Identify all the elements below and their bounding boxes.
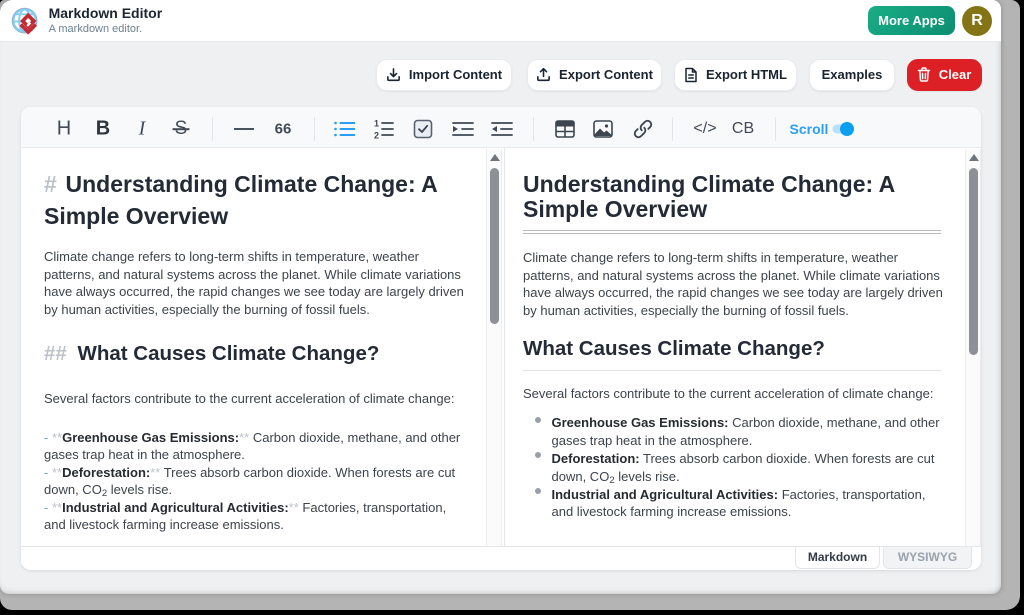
svg-text:1: 1 [374,119,379,129]
svg-text:2: 2 [374,131,379,141]
